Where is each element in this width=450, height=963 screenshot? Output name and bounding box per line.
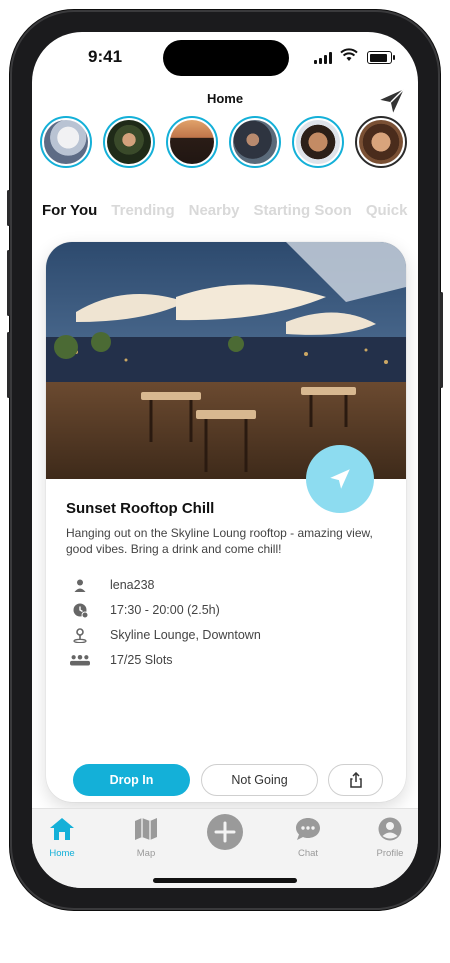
story-avatar[interactable]: [355, 116, 407, 168]
tabbar-create[interactable]: [195, 813, 255, 854]
story-avatar[interactable]: [40, 116, 92, 168]
event-card[interactable]: Sunset Rooftop Chill Hanging out on the …: [46, 242, 406, 802]
time-row: 17:30 - 20:00 (2.5h): [70, 602, 220, 618]
wifi-icon: [340, 48, 358, 61]
event-time: 17:30 - 20:00 (2.5h): [110, 603, 220, 617]
drop-in-button[interactable]: Drop In: [73, 764, 190, 796]
share-icon: [349, 772, 362, 788]
bottom-tab-bar: Home Map Chat Profile: [32, 808, 418, 888]
home-icon: [50, 818, 74, 840]
tabbar-chat[interactable]: Chat: [278, 817, 338, 859]
tabbar-home[interactable]: Home: [32, 817, 92, 859]
home-indicator: [153, 878, 297, 883]
event-title: Sunset Rooftop Chill: [66, 500, 215, 517]
tabbar-home-label: Home: [49, 848, 75, 859]
paper-plane-icon[interactable]: [378, 87, 406, 115]
tabbar-map[interactable]: Map: [116, 817, 176, 859]
tab-starting-soon[interactable]: Starting Soon: [253, 202, 351, 219]
chat-icon: [296, 818, 320, 840]
status-time: 9:41: [88, 47, 123, 66]
profile-icon: [378, 817, 402, 841]
event-location: Skyline Lounge, Downtown: [110, 628, 261, 642]
stories-row: [40, 116, 418, 172]
group-icon: [70, 652, 90, 668]
signal-icon: [314, 52, 332, 64]
slots-row: 17/25 Slots: [70, 652, 173, 668]
tab-quick[interactable]: Quick: [366, 202, 408, 219]
story-avatar[interactable]: [103, 116, 155, 168]
host-row: lena238: [70, 577, 155, 593]
event-description: Hanging out on the Skyline Loung rooftop…: [66, 526, 373, 556]
map-icon: [135, 818, 157, 840]
clock-icon: [70, 602, 90, 618]
screen: 9:41 Home For You Trending Nearby Starti…: [32, 32, 418, 888]
status-bar: 9:41: [32, 32, 418, 88]
dynamic-island: [163, 40, 289, 76]
story-avatar[interactable]: [166, 116, 218, 168]
navigate-button[interactable]: [306, 445, 374, 513]
tab-for-you[interactable]: For You: [42, 202, 97, 219]
tabbar-profile-label: Profile: [376, 848, 404, 859]
share-button[interactable]: [328, 764, 383, 796]
story-avatar[interactable]: [229, 116, 281, 168]
location-pin-icon: [70, 627, 90, 643]
tab-trending[interactable]: Trending: [111, 202, 174, 219]
person-icon: [70, 577, 90, 593]
event-slots: 17/25 Slots: [110, 653, 173, 667]
action-button: [7, 190, 10, 226]
power-button: [440, 292, 443, 388]
tab-nearby[interactable]: Nearby: [189, 202, 240, 219]
story-avatar[interactable]: [292, 116, 344, 168]
tabbar-chat-label: Chat: [297, 848, 319, 859]
tabbar-map-label: Map: [136, 848, 156, 859]
location-row: Skyline Lounge, Downtown: [70, 627, 261, 643]
location-arrow-icon: [330, 469, 350, 489]
not-going-button[interactable]: Not Going: [201, 764, 318, 796]
category-tabs: For You Trending Nearby Starting Soon Quick: [42, 202, 418, 219]
tabbar-profile[interactable]: Profile: [360, 817, 418, 859]
battery-icon: [367, 51, 395, 64]
page-title: Home: [206, 91, 244, 106]
event-photo: [46, 242, 406, 479]
volume-down-button: [7, 332, 10, 398]
plus-circle-icon: [207, 814, 243, 850]
host-name: lena238: [110, 578, 155, 592]
volume-up-button: [7, 250, 10, 316]
